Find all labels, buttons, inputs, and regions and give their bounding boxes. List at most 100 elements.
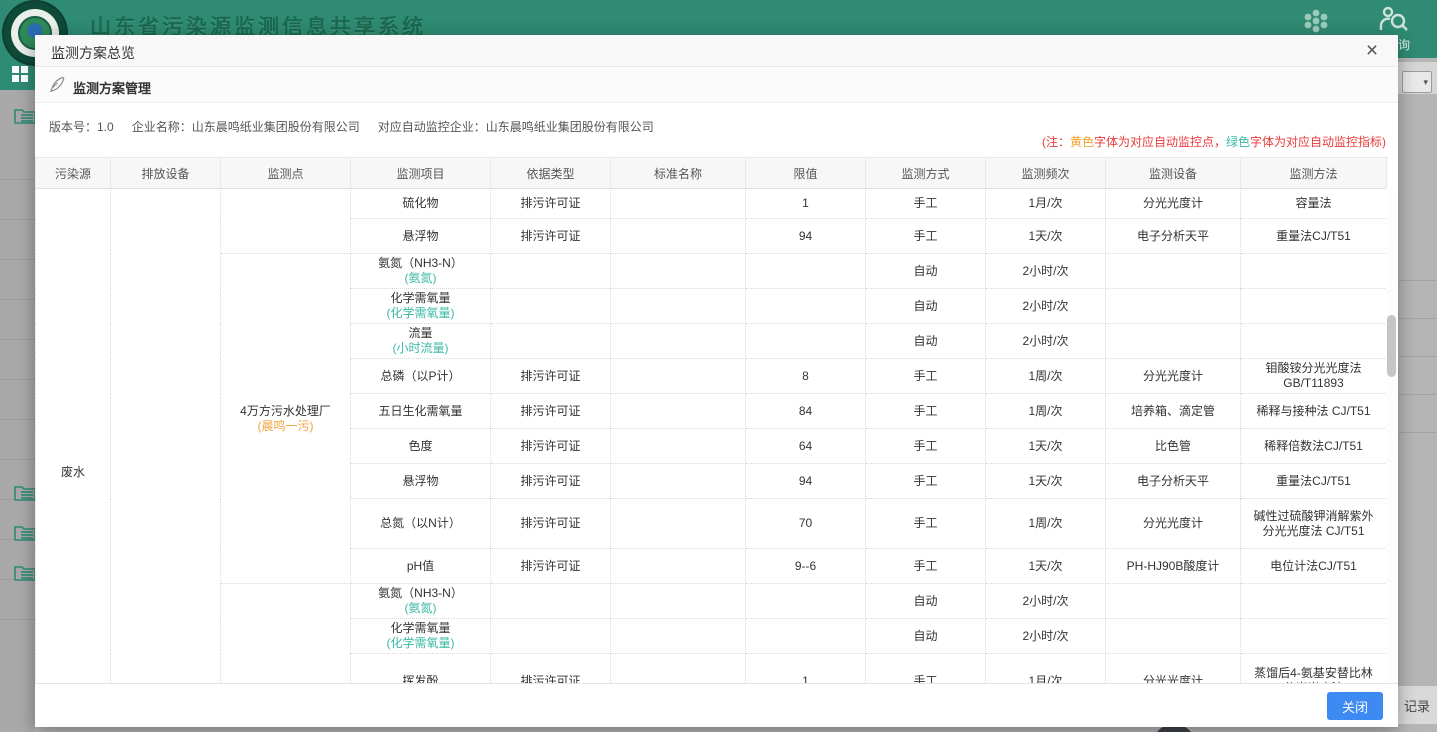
table-scrollbar xyxy=(1386,188,1397,683)
cell-device: 分光光度计 xyxy=(1106,499,1241,549)
cell-mode: 手工 xyxy=(866,464,986,499)
cell-frequency: 1周/次 xyxy=(986,499,1106,549)
cell-basis: 排污许可证 xyxy=(491,429,611,464)
cell-monitor-item: 色度 xyxy=(351,429,491,464)
cell-monitor-item: pH值 xyxy=(351,549,491,584)
cell-limit xyxy=(746,584,866,619)
cell-mode: 手工 xyxy=(866,549,986,584)
cell-frequency: 1天/次 xyxy=(986,219,1106,254)
cell-monitor-item: 总磷（以P计） xyxy=(351,359,491,394)
cell-standard xyxy=(611,394,746,429)
cell-standard xyxy=(611,219,746,254)
cell-frequency: 1天/次 xyxy=(986,429,1106,464)
cell-discharge-equipment xyxy=(111,189,221,684)
cell-monitor-item: 悬浮物 xyxy=(351,464,491,499)
monitoring-table: 污染源 排放设备 监测点 监测项目 依据类型 标准名称 限值 监测方式 监测频次… xyxy=(35,157,1386,189)
cell-limit: 1 xyxy=(746,654,866,684)
cell-standard xyxy=(611,549,746,584)
cell-standard xyxy=(611,584,746,619)
cell-monitor-item: 氨氮（NH3-N）(氨氮) xyxy=(351,254,491,289)
cell-basis: 排污许可证 xyxy=(491,189,611,219)
modal-title: 监测方案总览 xyxy=(51,43,135,63)
page: 山东省污染源监测信息共享系统 查询 xyxy=(0,0,1437,732)
cell-mode: 手工 xyxy=(866,394,986,429)
cell-mode: 自动 xyxy=(866,584,986,619)
cell-method xyxy=(1241,619,1387,654)
cell-limit: 70 xyxy=(746,499,866,549)
record-label: 记录 xyxy=(1404,696,1430,715)
cell-frequency: 1月/次 xyxy=(986,189,1106,219)
col-header: 监测频次 xyxy=(986,158,1106,189)
user-search-icon[interactable] xyxy=(1378,4,1408,34)
folder-menu-icon[interactable] xyxy=(14,106,36,124)
apps-grid-icon[interactable] xyxy=(1300,6,1332,36)
col-header: 排放设备 xyxy=(111,158,221,189)
cell-limit: 9--6 xyxy=(746,549,866,584)
cell-limit: 64 xyxy=(746,429,866,464)
note-yellow-word: 黄色 xyxy=(1070,135,1094,149)
cell-mode: 自动 xyxy=(866,324,986,359)
cell-device xyxy=(1106,254,1241,289)
cell-limit: 8 xyxy=(746,359,866,394)
background-select[interactable]: ▾ xyxy=(1402,71,1432,93)
cell-device: 分光光度计 xyxy=(1106,189,1241,219)
cell-device xyxy=(1106,324,1241,359)
table-row: 废水 硫化物 排污许可证 1 手工 1月/次 分光光度计 容量法 xyxy=(36,189,1387,219)
cell-method: 蒸馏后4-氨基安替比林分光光度法 xyxy=(1241,654,1387,684)
monitor-point-auto-tag: (晨鸣一污) xyxy=(231,419,340,434)
col-header: 监测点 xyxy=(221,158,351,189)
monitoring-plan-modal: 监测方案总览 × 监测方案管理 版本号：1.0企业名称：山东晨鸣纸业集团股份有限… xyxy=(35,35,1398,727)
folder-menu-icon[interactable] xyxy=(14,563,36,581)
cell-mode: 手工 xyxy=(866,654,986,684)
cell-frequency: 1周/次 xyxy=(986,394,1106,429)
cell-basis: 排污许可证 xyxy=(491,654,611,684)
cell-method: 重量法CJ/T51 xyxy=(1241,219,1387,254)
cell-limit xyxy=(746,289,866,324)
cell-frequency: 1周/次 xyxy=(986,359,1106,394)
col-header: 依据类型 xyxy=(491,158,611,189)
cell-basis xyxy=(491,324,611,359)
cell-method xyxy=(1241,289,1387,324)
cell-monitor-item: 总氮（以N计） xyxy=(351,499,491,549)
close-icon[interactable]: × xyxy=(1360,39,1384,63)
color-legend-note: (注：黄色字体为对应自动监控点，绿色字体为对应自动监控指标) xyxy=(1042,133,1386,150)
cell-pollution-source: 废水 xyxy=(36,189,111,684)
cell-basis xyxy=(491,289,611,324)
cell-monitor-item: 流量(小时流量) xyxy=(351,324,491,359)
cell-device: 电子分析天平 xyxy=(1106,464,1241,499)
scrollbar-thumb[interactable] xyxy=(1387,315,1396,377)
cell-standard xyxy=(611,654,746,684)
col-header: 监测设备 xyxy=(1106,158,1241,189)
close-button[interactable]: 关闭 xyxy=(1327,692,1383,720)
cell-basis xyxy=(491,254,611,289)
cell-mode: 手工 xyxy=(866,189,986,219)
cell-basis xyxy=(491,619,611,654)
cell-standard xyxy=(611,324,746,359)
cell-monitor-item: 五日生化需氧量 xyxy=(351,394,491,429)
cell-device: 电子分析天平 xyxy=(1106,219,1241,254)
cell-limit xyxy=(746,619,866,654)
plan-info: 版本号：1.0企业名称：山东晨鸣纸业集团股份有限公司对应自动监控企业：山东晨鸣纸… xyxy=(49,118,672,135)
folder-menu-icon[interactable] xyxy=(14,483,36,501)
cell-basis: 排污许可证 xyxy=(491,359,611,394)
folder-menu-icon[interactable] xyxy=(14,523,36,541)
cell-mode: 自动 xyxy=(866,289,986,324)
cell-monitor-point: 4万方污水处理厂 (晨鸣一污) xyxy=(221,254,351,584)
table-header: 污染源 排放设备 监测点 监测项目 依据类型 标准名称 限值 监测方式 监测频次… xyxy=(35,157,1387,189)
col-header: 监测项目 xyxy=(351,158,491,189)
cell-standard xyxy=(611,189,746,219)
cell-method: 稀释倍数法CJ/T51 xyxy=(1241,429,1387,464)
col-header: 监测方法 xyxy=(1241,158,1387,189)
cell-monitor-item: 挥发酚 xyxy=(351,654,491,684)
table-row: 4万方污水处理厂 (晨鸣一污) 氨氮（NH3-N）(氨氮) 自动 2小时/次 xyxy=(36,254,1387,289)
sidebar xyxy=(0,58,35,732)
cell-standard xyxy=(611,499,746,549)
cell-basis: 排污许可证 xyxy=(491,464,611,499)
cell-mode: 自动 xyxy=(866,619,986,654)
cell-method xyxy=(1241,324,1387,359)
note-green-word: 绿色 xyxy=(1226,135,1250,149)
cell-device: 比色管 xyxy=(1106,429,1241,464)
dashboard-grid-icon xyxy=(12,66,28,82)
cell-frequency: 1天/次 xyxy=(986,549,1106,584)
table-body-viewport: 废水 硫化物 排污许可证 1 手工 1月/次 分光光度计 容量法 悬浮物 xyxy=(35,188,1386,683)
